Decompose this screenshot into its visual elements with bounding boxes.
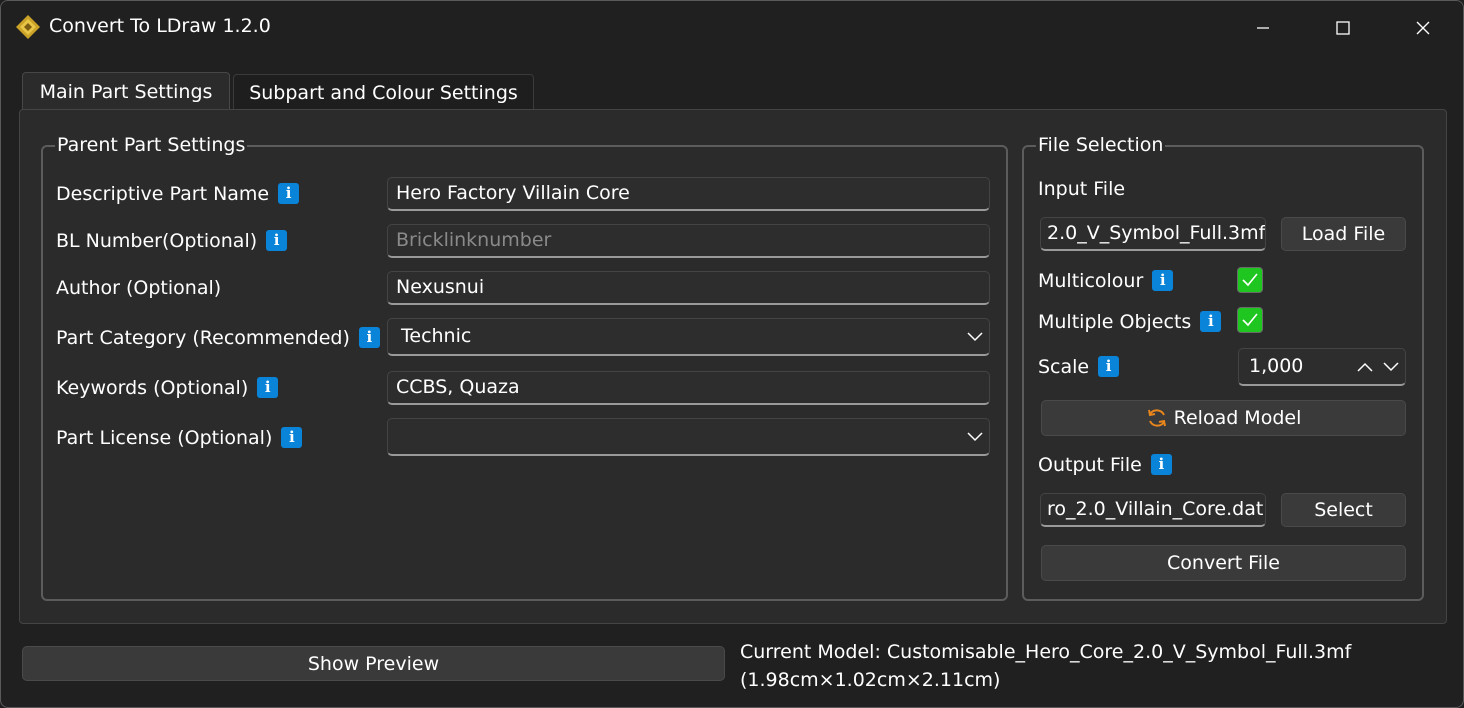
- group-title-file-selection: File Selection: [1036, 134, 1166, 156]
- current-model-dimensions: (1.98cm×1.02cm×2.11cm): [740, 669, 1001, 691]
- tab-main-part-settings[interactable]: Main Part Settings: [22, 72, 230, 110]
- tab-subpart-colour-settings[interactable]: Subpart and Colour Settings: [233, 74, 534, 110]
- current-model-status: Current Model: Customisable_Hero_Core_2.…: [740, 638, 1351, 694]
- input-file-field[interactable]: 2.0_V_Symbol_Full.3mf: [1040, 217, 1266, 251]
- info-icon[interactable]: i: [1150, 454, 1172, 475]
- chevron-down-icon: [965, 319, 985, 354]
- multicolour-checkbox[interactable]: [1237, 267, 1263, 293]
- author-input[interactable]: Nexusnui: [387, 271, 990, 305]
- keywords-input[interactable]: CCBS, Quaza: [387, 371, 990, 405]
- info-icon[interactable]: i: [266, 230, 288, 251]
- close-button[interactable]: [1383, 1, 1463, 55]
- info-icon[interactable]: i: [1152, 270, 1174, 291]
- chevron-up-icon[interactable]: [1357, 349, 1373, 384]
- convert-file-button[interactable]: Convert File: [1041, 545, 1406, 581]
- window-title: Convert To LDraw 1.2.0: [49, 15, 271, 37]
- info-icon[interactable]: i: [278, 183, 300, 204]
- title-bar[interactable]: Convert To LDraw 1.2.0: [1, 1, 1463, 55]
- part-license-select[interactable]: [387, 418, 990, 456]
- label-output-file: Output File i: [1038, 453, 1172, 477]
- info-icon[interactable]: i: [358, 327, 380, 348]
- label-bl-number: BL Number(Optional) i: [56, 229, 288, 253]
- label-part-license: Part License (Optional) i: [56, 426, 303, 450]
- minimize-icon: [1257, 27, 1269, 29]
- app-logo-icon: [16, 15, 40, 39]
- checkmark-icon: [1242, 313, 1258, 327]
- label-part-name: Descriptive Part Name i: [56, 182, 300, 206]
- select-output-button[interactable]: Select: [1281, 493, 1406, 527]
- app-window: Convert To LDraw 1.2.0 Main Part Setting…: [0, 0, 1464, 708]
- info-icon[interactable]: i: [1098, 356, 1120, 377]
- label-keywords: Keywords (Optional) i: [56, 376, 279, 400]
- chevron-down-icon[interactable]: [1383, 349, 1399, 384]
- checkmark-icon: [1242, 273, 1258, 287]
- group-title-parent: Parent Part Settings: [55, 134, 248, 156]
- info-icon[interactable]: i: [257, 377, 279, 398]
- bl-number-input[interactable]: Bricklinknumber: [387, 224, 990, 258]
- load-file-button[interactable]: Load File: [1281, 217, 1406, 251]
- show-preview-button[interactable]: Show Preview: [22, 646, 725, 681]
- reload-model-button[interactable]: Reload Model: [1041, 400, 1406, 436]
- minimize-button[interactable]: [1223, 1, 1303, 55]
- label-part-category: Part Category (Recommended) i: [56, 326, 380, 350]
- info-icon[interactable]: i: [1200, 311, 1222, 332]
- chevron-down-icon: [965, 419, 985, 454]
- maximize-icon: [1336, 21, 1350, 35]
- part-name-input[interactable]: Hero Factory Villain Core: [387, 177, 990, 211]
- current-model-name: Current Model: Customisable_Hero_Core_2.…: [740, 641, 1352, 663]
- reload-icon: [1147, 409, 1166, 427]
- maximize-button[interactable]: [1303, 1, 1383, 55]
- label-scale: Scale i: [1038, 355, 1120, 379]
- label-author: Author (Optional): [56, 277, 222, 299]
- info-icon[interactable]: i: [281, 427, 303, 448]
- close-icon: [1416, 21, 1430, 35]
- scale-spinbox[interactable]: 1,000: [1238, 348, 1406, 386]
- label-multiple-objects: Multiple Objects i: [1038, 310, 1222, 334]
- part-category-select[interactable]: Technic: [387, 318, 990, 356]
- label-multicolour: Multicolour i: [1038, 269, 1174, 293]
- multiple-objects-checkbox[interactable]: [1237, 307, 1263, 333]
- output-file-field[interactable]: ro_2.0_Villain_Core.dat: [1040, 493, 1266, 527]
- label-input-file: Input File: [1038, 178, 1126, 200]
- tab-panel: Parent Part Settings Descriptive Part Na…: [19, 109, 1447, 624]
